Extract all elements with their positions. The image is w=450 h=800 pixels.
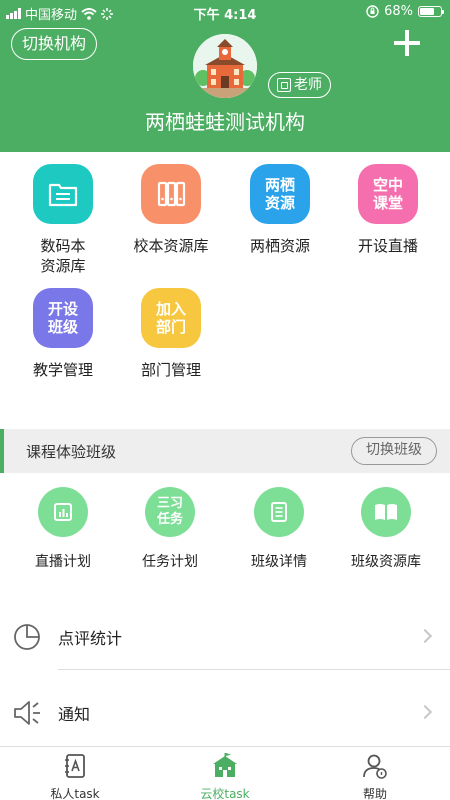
status-bar: 中国移动 下午 4:14 68% [0, 0, 450, 24]
app-department-management[interactable]: 加入 部门 部门管理 [115, 288, 227, 380]
app-tile[interactable]: 空中 课堂 [358, 164, 418, 224]
tool-label: 任务计划 [142, 554, 198, 570]
app-label: 教学管理 [32, 361, 93, 379]
tool-live-plan[interactable]: 直播计划 [7, 487, 119, 571]
battery-percent: 68% [384, 4, 413, 19]
app-school-library[interactable]: 校本资源库 [115, 164, 227, 256]
tab-help[interactable]: 帮助 [300, 747, 450, 800]
app-teaching-management[interactable]: 开设 班级 教学管理 [7, 288, 119, 380]
app-tile[interactable]: 加入 部门 [141, 288, 201, 348]
app-label: 校本资源库 [133, 237, 209, 255]
list-label: 点评统计 [58, 629, 123, 648]
tool-label: 班级资源库 [351, 554, 421, 570]
books-icon [157, 181, 186, 207]
orientation-lock-icon [366, 5, 379, 18]
chevron-right-icon [417, 628, 433, 644]
app-label: 两栖资源 [249, 237, 310, 255]
pie-chart-icon [14, 624, 40, 650]
org-avatar[interactable] [193, 34, 257, 98]
tool-label: 班级详情 [251, 554, 307, 570]
role-label: 老师 [294, 76, 322, 93]
tab-label: 云校task [200, 787, 250, 800]
list-label: 通知 [58, 705, 91, 724]
tab-label: 帮助 [362, 787, 387, 800]
document-icon [271, 502, 287, 522]
divider [58, 669, 450, 670]
tool-circle[interactable]: 三习 任务 [145, 487, 195, 537]
header: 中国移动 下午 4:14 68% 切换机构 老师 两栖蛙蛙测试机构 [0, 0, 450, 152]
tool-circle[interactable] [254, 487, 304, 537]
app-tile[interactable]: 两栖 资源 [250, 164, 310, 224]
class-tools: 直播计划 三习 任务 任务计划 班级详情 班级资源库 [0, 473, 450, 583]
role-badge[interactable]: 老师 [268, 72, 331, 98]
switch-org-button[interactable]: 切换机构 [11, 28, 98, 60]
app-tile[interactable] [141, 164, 201, 224]
tab-cloud-school-task[interactable]: 云校task [150, 747, 300, 800]
add-icon[interactable] [394, 30, 420, 56]
app-start-live[interactable]: 空中 课堂 开设直播 [332, 164, 444, 256]
app-tile[interactable] [33, 164, 93, 224]
open-book-icon [375, 504, 397, 520]
app-label: 数码本 资源库 [40, 237, 86, 275]
app-digital-notebook-library[interactable]: 数码本 资源库 [7, 164, 119, 276]
switch-class-button[interactable]: 切换班级 [351, 437, 437, 465]
bar-chart-icon [54, 503, 72, 521]
school-icon [213, 753, 237, 777]
app-tile[interactable]: 开设 班级 [33, 288, 93, 348]
tool-class-library[interactable]: 班级资源库 [330, 487, 442, 571]
tool-circle[interactable] [361, 487, 411, 537]
help-user-icon [363, 754, 387, 779]
app-amphibian-resources[interactable]: 两栖 资源 两栖资源 [224, 164, 336, 256]
notebook-icon [65, 754, 85, 778]
battery-icon [418, 6, 444, 17]
tab-private-task[interactable]: 私人task [0, 747, 150, 800]
tool-task-plan[interactable]: 三习 任务 任务计划 [114, 487, 226, 571]
tab-label: 私人task [50, 787, 100, 800]
tab-bar: 私人task 云校task 帮助 [0, 746, 450, 800]
id-card-icon [277, 78, 291, 92]
chevron-right-icon [417, 704, 433, 720]
speaker-icon [14, 701, 40, 725]
tool-class-details[interactable]: 班级详情 [223, 487, 335, 571]
class-section-bar: 课程体验班级 切换班级 [0, 429, 450, 473]
app-label: 部门管理 [140, 361, 201, 379]
tool-circle[interactable] [38, 487, 88, 537]
app-label: 开设直播 [357, 237, 418, 255]
tool-label: 直播计划 [35, 554, 91, 570]
app-grid: 数码本 资源库 校本资源库 两栖 资源 两栖资源 空中 课堂 开设直播 开设 班级 教学… [0, 152, 450, 432]
org-name: 两栖蛙蛙测试机构 [145, 110, 305, 134]
list-row-notice[interactable]: 通知 [0, 676, 450, 752]
list-row-review-stats[interactable]: 点评统计 [0, 600, 450, 676]
folder-list-icon [48, 183, 78, 207]
school-building-icon [193, 34, 257, 98]
class-section-title: 课程体验班级 [26, 443, 117, 461]
